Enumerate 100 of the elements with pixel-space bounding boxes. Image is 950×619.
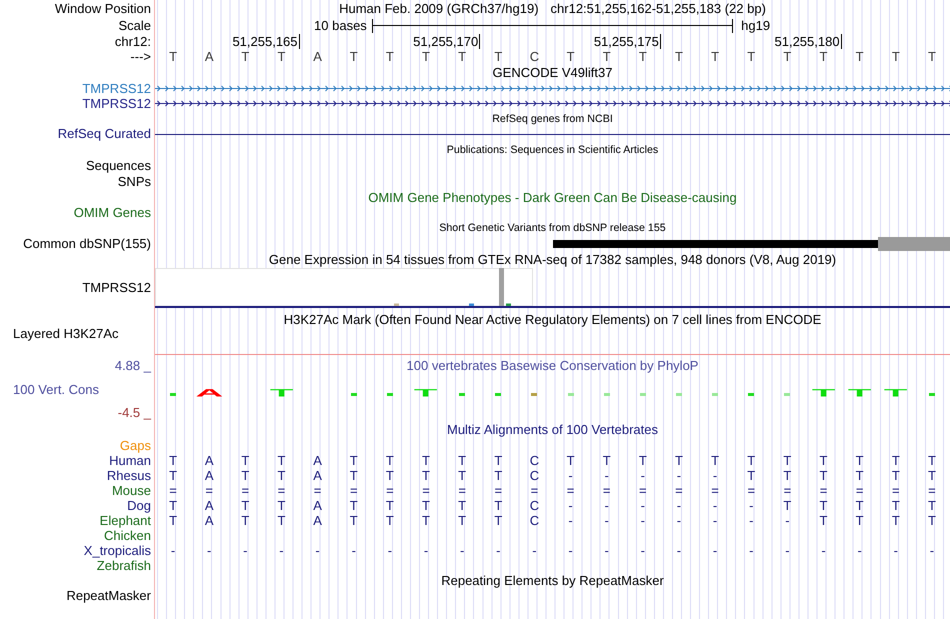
aligned-base: -: [712, 514, 718, 528]
base-letter: T: [350, 50, 358, 64]
aligned-base: T: [458, 468, 466, 482]
aligned-base: T: [277, 498, 286, 512]
aligned-base: =: [205, 484, 213, 498]
aligned-base: T: [892, 454, 900, 468]
aligned-base: T: [169, 514, 178, 528]
scale-length: 10 bases: [314, 18, 367, 32]
aligned-base: T: [350, 468, 358, 482]
axis-min-label: -4.5 _: [118, 406, 151, 420]
aligned-base: -: [279, 544, 284, 558]
aligned-base: =: [494, 484, 502, 498]
track-title: 100 vertebrates Basewise Conservation by PhyloP: [406, 358, 698, 372]
aligned-base: -: [712, 544, 718, 558]
aligned-base: =: [711, 484, 719, 498]
track-label: OMIM Genes: [74, 206, 151, 220]
aligned-base: T: [458, 454, 466, 468]
aligned-base: T: [169, 468, 178, 482]
aligned-base: T: [602, 454, 611, 468]
aligned-base: T: [494, 454, 502, 468]
aligned-base: T: [458, 498, 466, 512]
base-letter: T: [674, 50, 683, 64]
aligned-base: -: [170, 544, 176, 558]
aligned-base: =: [856, 484, 864, 498]
track-title: Repeating Elements by RepeatMasker: [441, 574, 664, 588]
aligned-base: T: [783, 498, 792, 512]
base-letter: T: [386, 50, 394, 64]
aligned-base: A: [204, 454, 214, 468]
aligned-base: T: [350, 498, 358, 512]
aligned-base: C: [530, 514, 540, 528]
aligned-base: T: [783, 454, 792, 468]
aligned-base: -: [640, 498, 645, 512]
aligned-base: T: [820, 454, 828, 468]
track-label: TMPRSS12: [82, 96, 151, 110]
aligned-base: =: [242, 484, 250, 498]
aligned-base: T: [892, 468, 900, 482]
base-letter: T: [820, 50, 828, 64]
aligned-base: T: [422, 454, 430, 468]
aligned-base: -: [640, 544, 645, 558]
aligned-base: T: [386, 468, 394, 482]
aligned-base: =: [278, 484, 286, 498]
row-label: Scale: [118, 18, 151, 32]
aligned-base: -: [640, 514, 645, 528]
base-letter: T: [169, 50, 178, 64]
aligned-base: T: [820, 514, 828, 528]
conservation-letter: T: [884, 388, 908, 398]
aligned-base: -: [785, 544, 790, 558]
aligned-base: -: [821, 544, 826, 558]
expression-bar: [394, 304, 399, 306]
base-letter: T: [856, 50, 864, 64]
track-title: H3K27Ac Mark (Often Found Near Active Regulatory Elements) on 7 cell lines from ENCODE: [284, 313, 822, 327]
aligned-base: -: [568, 544, 573, 558]
row-label: --->: [130, 50, 151, 64]
aligned-base: T: [820, 468, 828, 482]
base-letter: T: [783, 50, 792, 64]
aligned-base: =: [350, 484, 358, 498]
aligned-base: T: [386, 498, 394, 512]
base-letter: T: [928, 50, 936, 64]
aligned-base: T: [711, 454, 720, 468]
aligned-base: T: [928, 498, 936, 512]
aligned-base: =: [784, 484, 792, 498]
aligned-base: -: [640, 468, 645, 482]
aligned-base: T: [386, 514, 394, 528]
position-label: 51,255,170: [413, 34, 480, 49]
aligned-base: T: [277, 514, 286, 528]
base-letter: T: [892, 50, 900, 64]
track-label: TMPRSS12: [82, 82, 151, 96]
conservation-letter: T: [848, 388, 872, 398]
aligned-base: =: [675, 484, 683, 498]
aligned-base: -: [676, 498, 682, 512]
aligned-base: T: [350, 454, 358, 468]
track-title: Gene Expression in 54 tissues from GTEx RNA-seq of 17382 samples, 948 donors (V8, Aug 2019): [268, 253, 836, 267]
aligned-base: A: [313, 514, 322, 528]
aligned-base: =: [314, 484, 322, 498]
gaps-label: Gaps: [120, 438, 151, 452]
aligned-base: =: [602, 484, 610, 498]
aligned-base: -: [568, 514, 573, 528]
aligned-base: T: [856, 498, 864, 512]
aligned-base: T: [422, 514, 430, 528]
aligned-base: -: [243, 544, 248, 558]
aligned-base: =: [747, 484, 756, 498]
aligned-base: T: [783, 468, 792, 482]
aligned-base: -: [676, 544, 682, 558]
aligned-base: -: [207, 544, 212, 558]
aligned-base: T: [856, 514, 864, 528]
aligned-base: -: [568, 498, 573, 512]
aligned-base: T: [892, 498, 900, 512]
position-label: 51,255,165: [232, 34, 300, 49]
aligned-base: =: [422, 484, 430, 498]
base-letter: T: [638, 50, 647, 64]
track-title: Multiz Alignments of 100 Vertebrates: [446, 423, 658, 437]
aligned-base: C: [530, 498, 540, 512]
aligned-base: T: [892, 514, 900, 528]
position-label: 51,255,180: [774, 34, 842, 49]
track-title: RefSeq genes from NCBI: [492, 112, 613, 126]
species-label: Rhesus: [106, 468, 151, 482]
aligned-base: -: [785, 514, 790, 528]
aligned-base: T: [747, 454, 756, 468]
aligned-base: T: [928, 454, 936, 468]
axis-max-label: 4.88 _: [114, 358, 151, 372]
